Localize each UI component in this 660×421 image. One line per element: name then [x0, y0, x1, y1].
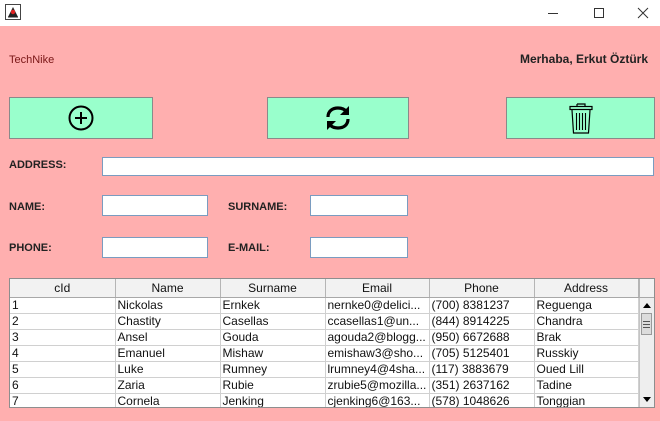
- address-label: ADDRESS:: [9, 159, 67, 171]
- table-cell[interactable]: Emanuel: [115, 345, 221, 362]
- column-header[interactable]: Address: [534, 279, 639, 298]
- table-cell[interactable]: 1: [10, 297, 116, 314]
- maximize-icon: [594, 8, 604, 18]
- table-row[interactable]: 1 Nickolas Ernkek nernke0@delici... (700) 83…: [10, 297, 639, 314]
- table-cell[interactable]: 5: [10, 361, 116, 378]
- minimize-button[interactable]: [530, 0, 576, 26]
- maximize-button[interactable]: [576, 0, 622, 26]
- table-cell[interactable]: (578) 1048626: [429, 393, 535, 407]
- brand-label: TechNike: [9, 54, 55, 66]
- name-field[interactable]: [102, 195, 208, 216]
- customer-table[interactable]: cId Name Surname Email Phone Address 1 Nickola…: [9, 278, 655, 408]
- close-button[interactable]: [620, 0, 660, 26]
- circle-plus-icon: [68, 105, 94, 131]
- greeting-label: Merhaba, Erkut Öztürk: [519, 52, 648, 66]
- refresh-icon: [326, 106, 350, 130]
- column-header[interactable]: Surname: [220, 279, 326, 298]
- table-row[interactable]: 3 Ansel Gouda agouda2@blogg... (950) 6672688…: [10, 329, 639, 346]
- column-header[interactable]: Email: [325, 279, 430, 298]
- column-header[interactable]: Phone: [429, 279, 535, 298]
- table-cell[interactable]: Rubie: [220, 377, 326, 394]
- table-cell[interactable]: ccasellas1@un...: [325, 313, 430, 330]
- table-row[interactable]: 7 Cornela Jenking cjenking6@163... (578) 104…: [10, 393, 639, 407]
- table-header-corner: [639, 279, 654, 298]
- table-cell[interactable]: Rumney: [220, 361, 326, 378]
- phone-label: PHONE:: [9, 242, 52, 254]
- table-cell[interactable]: Nickolas: [115, 297, 221, 314]
- table-cell[interactable]: Cornela: [115, 393, 221, 407]
- table-row[interactable]: 5 Luke Rumney lrumney4@4sha... (117) 3883679…: [10, 361, 639, 378]
- table-cell[interactable]: Casellas: [220, 313, 326, 330]
- scroll-thumb[interactable]: [641, 313, 652, 335]
- table-cell[interactable]: Russkiy: [534, 345, 639, 362]
- email-label: E-MAIL:: [228, 242, 270, 254]
- table-cell[interactable]: Mishaw: [220, 345, 326, 362]
- table-cell[interactable]: Ernkek: [220, 297, 326, 314]
- table-cell[interactable]: (700) 8381237: [429, 297, 535, 314]
- table-cell[interactable]: 6: [10, 377, 116, 394]
- main-panel: TechNike Merhaba, Erkut Öztürk ADDRESS: …: [0, 26, 660, 421]
- trash-icon: [568, 103, 593, 134]
- table-cell[interactable]: 7: [10, 393, 116, 407]
- scroll-up-button[interactable]: [640, 298, 654, 312]
- delete-button[interactable]: [506, 97, 655, 139]
- table-row[interactable]: 6 Zaria Rubie zrubie5@mozilla... (351) 26371…: [10, 377, 639, 394]
- table-cell[interactable]: Zaria: [115, 377, 221, 394]
- table-cell[interactable]: cjenking6@163...: [325, 393, 430, 407]
- minimize-icon: [548, 13, 558, 14]
- name-label: NAME:: [9, 201, 46, 213]
- table-header-row: cId Name Surname Email Phone Address: [10, 279, 639, 298]
- table-cell[interactable]: lrumney4@4sha...: [325, 361, 430, 378]
- table-cell[interactable]: Gouda: [220, 329, 326, 346]
- table-cell[interactable]: Tadine: [534, 377, 639, 394]
- table-cell[interactable]: 2: [10, 313, 116, 330]
- table-cell[interactable]: (844) 8914225: [429, 313, 535, 330]
- java-duke-icon: [5, 4, 21, 20]
- table-cell[interactable]: emishaw3@sho...: [325, 345, 430, 362]
- table-row[interactable]: 4 Emanuel Mishaw emishaw3@sho... (705) 51254…: [10, 345, 639, 362]
- surname-label: SURNAME:: [228, 201, 288, 213]
- table-cell[interactable]: 3: [10, 329, 116, 346]
- column-header[interactable]: cId: [10, 279, 116, 298]
- scroll-down-button[interactable]: [640, 393, 654, 407]
- table-cell[interactable]: 4: [10, 345, 116, 362]
- table-cell[interactable]: Chandra: [534, 313, 639, 330]
- refresh-button[interactable]: [267, 97, 409, 139]
- phone-field[interactable]: [102, 237, 208, 258]
- add-button[interactable]: [9, 97, 153, 139]
- table-cell[interactable]: Tonggian: [534, 393, 639, 407]
- email-field[interactable]: [310, 237, 408, 258]
- vertical-scrollbar[interactable]: [639, 298, 654, 407]
- table-cell[interactable]: Reguenga: [534, 297, 639, 314]
- address-field[interactable]: [102, 157, 654, 176]
- arrow-down-icon: [643, 397, 651, 402]
- column-header[interactable]: Name: [115, 279, 221, 298]
- table-cell[interactable]: zrubie5@mozilla...: [325, 377, 430, 394]
- table-row[interactable]: 2 Chastity Casellas ccasellas1@un... (844) 8…: [10, 313, 639, 330]
- table-cell[interactable]: (705) 5125401: [429, 345, 535, 362]
- table-cell[interactable]: Chastity: [115, 313, 221, 330]
- table-cell[interactable]: (351) 2637162: [429, 377, 535, 394]
- table-cell[interactable]: Ansel: [115, 329, 221, 346]
- table-cell[interactable]: Oued Lill: [534, 361, 639, 378]
- table-cell[interactable]: (117) 3883679: [429, 361, 535, 378]
- table-cell[interactable]: nernke0@delici...: [325, 297, 430, 314]
- surname-field[interactable]: [310, 195, 408, 216]
- table-cell[interactable]: agouda2@blogg...: [325, 329, 430, 346]
- table-cell[interactable]: (950) 6672688: [429, 329, 535, 346]
- table-cell[interactable]: Jenking: [220, 393, 326, 407]
- customer-grid: cId Name Surname Email Phone Address 1 Nickola…: [10, 279, 639, 407]
- arrow-up-icon: [643, 303, 651, 308]
- title-bar: [0, 0, 660, 26]
- table-cell[interactable]: Brak: [534, 329, 639, 346]
- table-cell[interactable]: Luke: [115, 361, 221, 378]
- close-icon: [637, 7, 649, 19]
